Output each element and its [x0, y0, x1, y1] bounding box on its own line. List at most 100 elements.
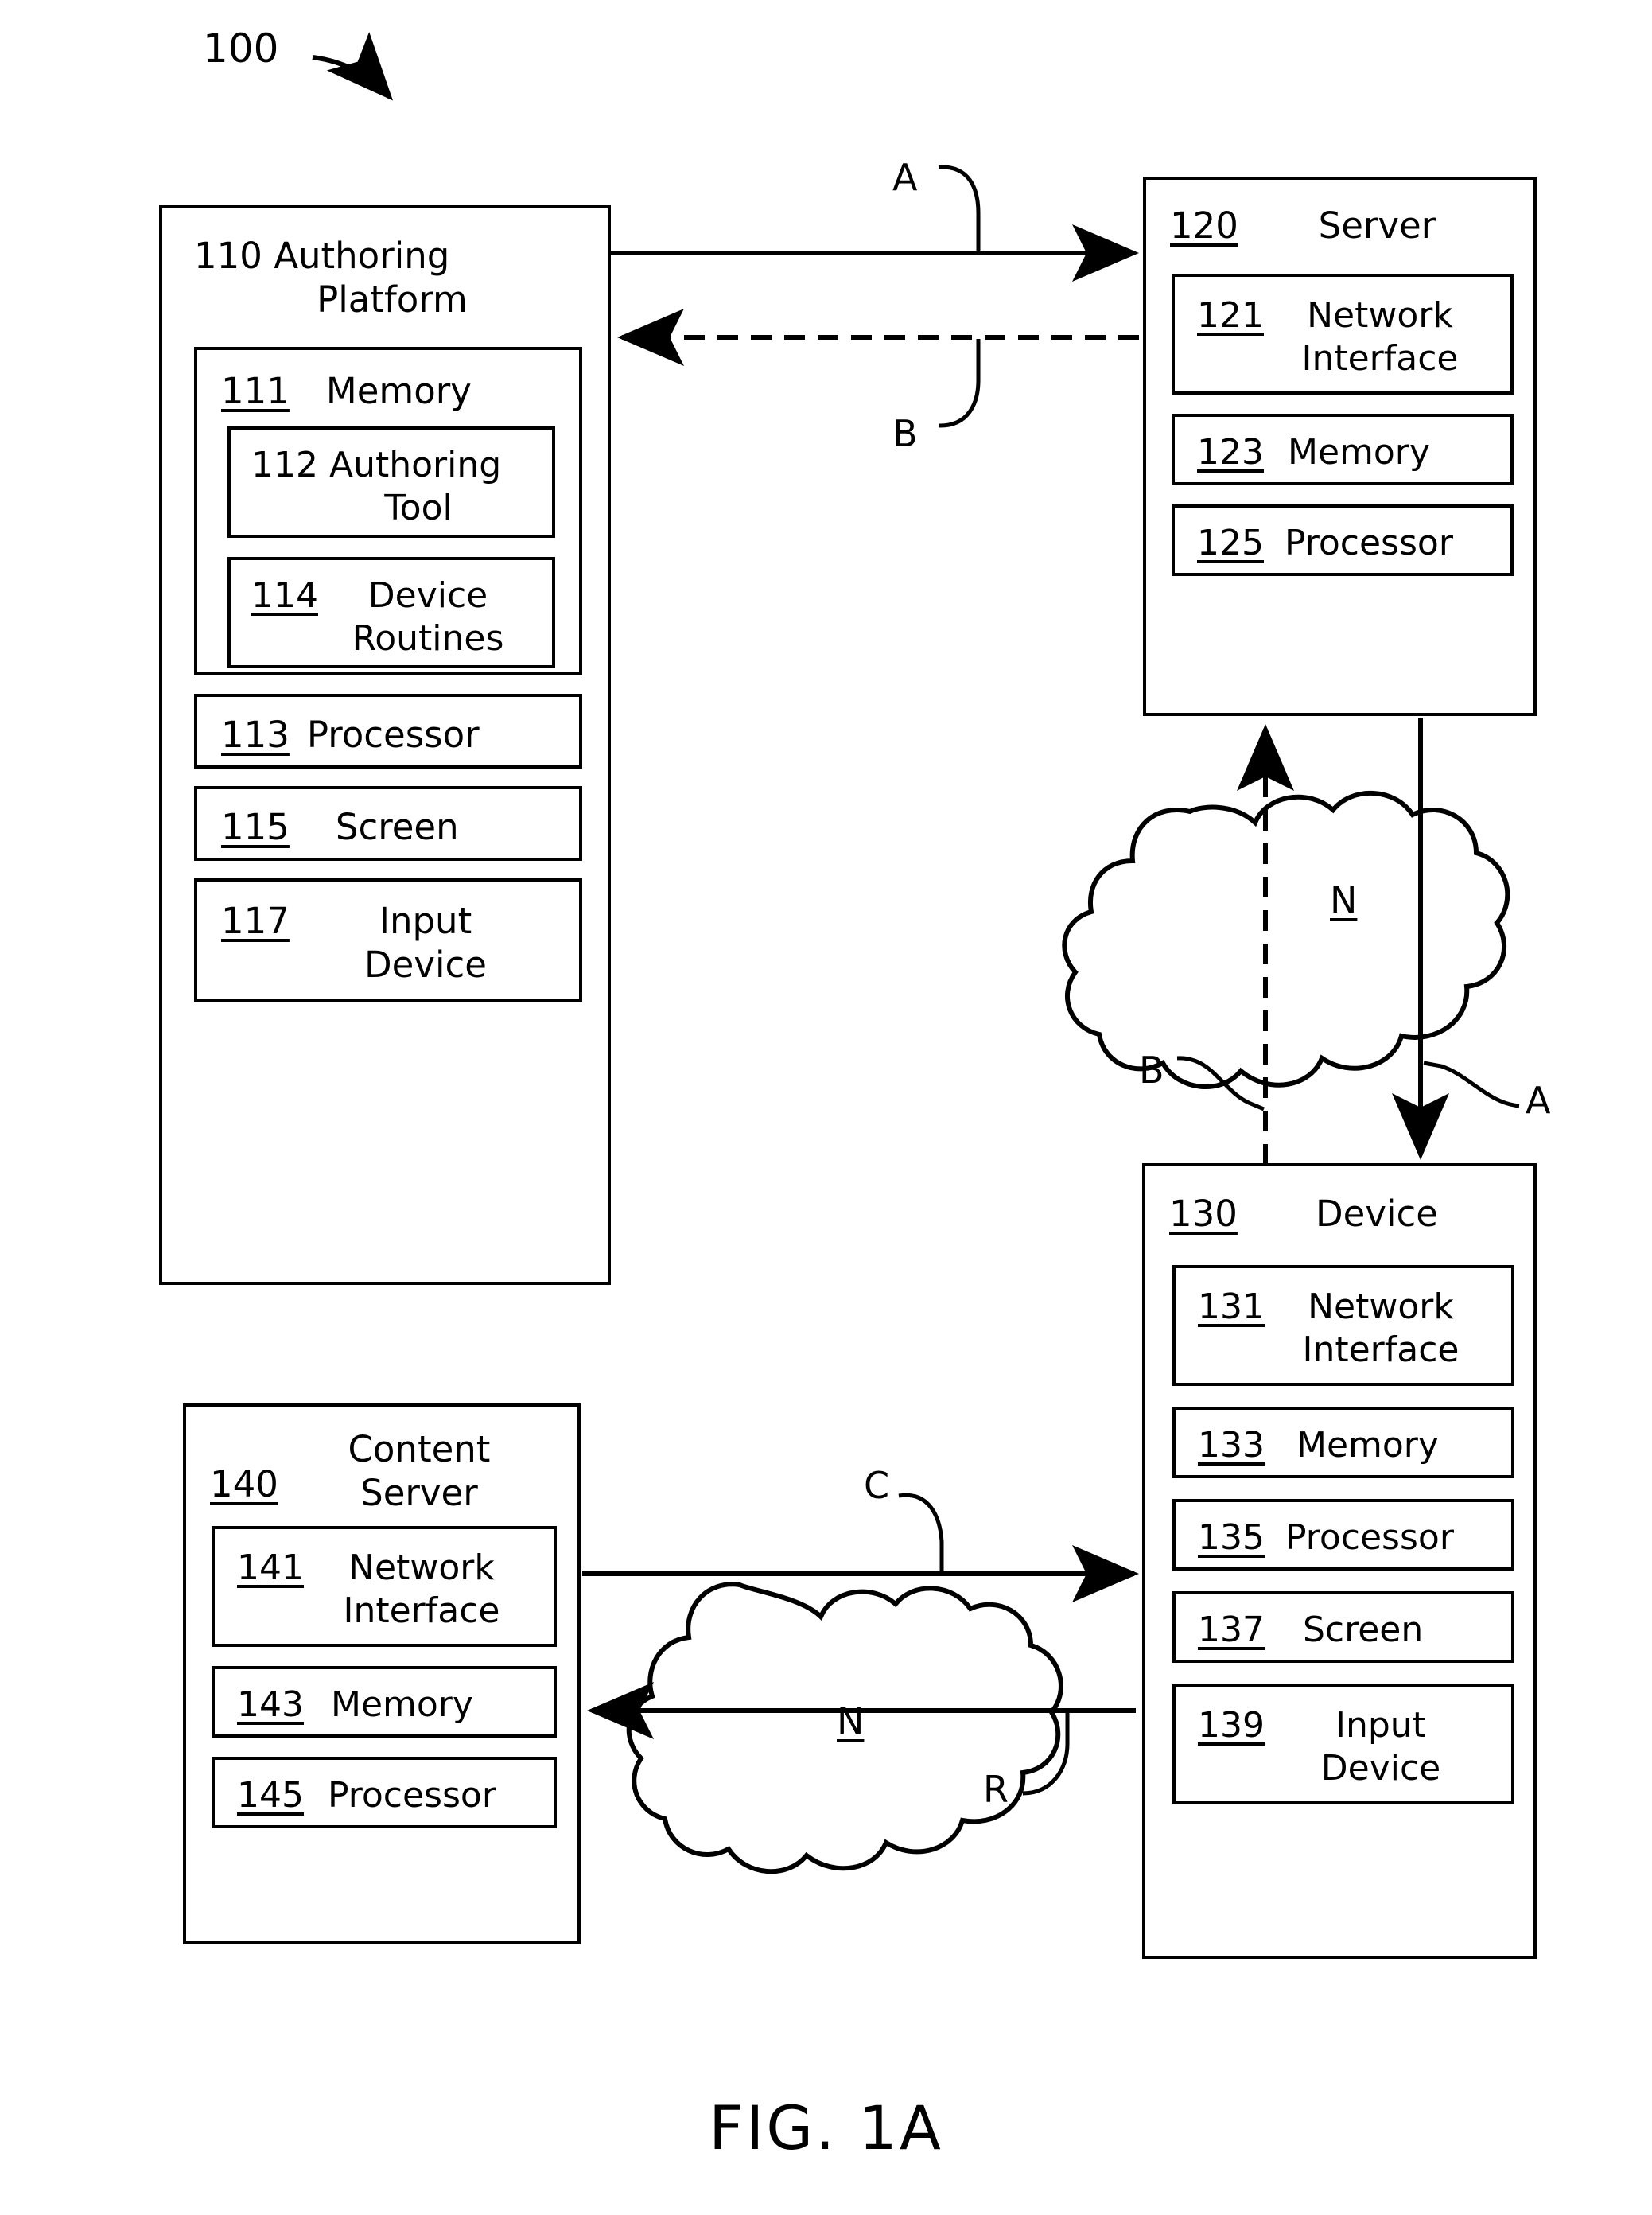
- flow-marker-C-content-to-device: C: [864, 1464, 890, 1507]
- authoring-memory-ref: 111: [221, 370, 290, 412]
- flow-marker-A-server-to-device: A: [1526, 1079, 1551, 1122]
- server-network-interface-label-line2: Interface: [1301, 338, 1459, 379]
- server-title: 120 Server: [1170, 204, 1516, 247]
- device-processor-ref: 135: [1198, 1517, 1265, 1558]
- authoring-input-device-label-line2: Device: [364, 944, 487, 986]
- server-processor-ref: 125: [1197, 523, 1264, 563]
- device-routines-label-line2: Routines: [352, 618, 504, 659]
- authoring-screen-label: Screen: [335, 806, 459, 848]
- content-server-memory-title: 143 Memory: [237, 1684, 473, 1726]
- device-screen-ref: 137: [1198, 1610, 1265, 1650]
- server-box: 120 Server 121 Network Interface 123 Mem…: [1143, 177, 1537, 716]
- device-input-device-ref: 139: [1198, 1705, 1265, 1746]
- device-memory-label: Memory: [1296, 1425, 1439, 1466]
- device-memory-title: 133 Memory: [1198, 1424, 1439, 1467]
- authoring-platform-box: 110 Authoring Platform 111 Memory 112 Au…: [159, 205, 611, 1285]
- authoring-screen-ref: 115: [221, 806, 290, 848]
- device-label: Device: [1316, 1193, 1438, 1235]
- content-server-ref: 140: [210, 1463, 278, 1505]
- authoring-processor-box: 113 Processor: [194, 694, 582, 769]
- content-server-memory-box: 143 Memory: [212, 1666, 557, 1738]
- flow-marker-A-platform-to-server: A: [892, 156, 918, 199]
- server-network-interface-label-line1: Network: [1307, 295, 1453, 336]
- authoring-tool-box: 112 Authoring Tool: [227, 426, 555, 538]
- device-screen-box: 137 Screen: [1172, 1591, 1514, 1663]
- device-input-device-box: 139 Input Device: [1172, 1684, 1514, 1804]
- flow-marker-B-device-to-server: B: [1139, 1049, 1164, 1092]
- device-memory-ref: 133: [1198, 1425, 1265, 1466]
- authoring-input-device-label-line1: Input: [379, 900, 472, 942]
- authoring-processor-title: 113 Processor: [221, 713, 480, 757]
- authoring-platform-title-line2: Platform: [317, 278, 468, 321]
- flow-marker-B-server-to-platform: B: [892, 412, 918, 455]
- server-memory-box: 123 Memory: [1172, 414, 1514, 485]
- arrow-server-to-device: [1392, 718, 1520, 1160]
- server-network-interface-ref: 121: [1197, 295, 1264, 336]
- device-network-interface-label-line1: Network: [1308, 1287, 1454, 1327]
- server-processor-title: 125 Processor: [1197, 522, 1453, 565]
- device-box: 130 Device 131 Network Interface 133 Mem…: [1142, 1163, 1537, 1959]
- device-screen-label: Screen: [1302, 1610, 1424, 1650]
- device-memory-box: 133 Memory: [1172, 1407, 1514, 1478]
- content-server-network-interface-ref: 141: [237, 1547, 304, 1588]
- device-ref: 130: [1169, 1193, 1238, 1235]
- content-server-processor-label: Processor: [327, 1775, 496, 1816]
- device-routines-ref: 114: [251, 575, 318, 616]
- arrow-device-to-server: [1176, 724, 1294, 1165]
- flow-marker-R-device-to-content: R: [983, 1768, 1009, 1811]
- authoring-screen-box: 115 Screen: [194, 786, 582, 861]
- device-screen-title: 137 Screen: [1198, 1609, 1423, 1652]
- device-network-interface-label-line2: Interface: [1302, 1329, 1460, 1370]
- device-title: 130 Device: [1169, 1192, 1516, 1236]
- server-label: Server: [1318, 204, 1436, 247]
- arrow-server-to-platform: [617, 309, 1139, 428]
- authoring-tool-title-line2: Tool: [384, 488, 453, 528]
- device-routines-box: 114 Device Routines: [227, 557, 555, 668]
- device-processor-title: 135 Processor: [1198, 1516, 1454, 1559]
- authoring-memory-label: Memory: [325, 370, 472, 412]
- server-memory-ref: 123: [1197, 432, 1264, 473]
- device-processor-box: 135 Processor: [1172, 1499, 1514, 1571]
- lower-cloud-label-N: N: [837, 1699, 865, 1742]
- server-memory-label: Memory: [1287, 432, 1430, 473]
- authoring-platform-title: 110 Authoring Platform: [194, 234, 582, 321]
- server-processor-label: Processor: [1284, 523, 1453, 563]
- server-processor-box: 125 Processor: [1172, 504, 1514, 576]
- arrow-content-server-to-device: [582, 1493, 1139, 1602]
- authoring-processor-ref: 113: [221, 714, 290, 756]
- device-network-interface-box: 131 Network Interface: [1172, 1265, 1514, 1386]
- server-memory-title: 123 Memory: [1197, 431, 1430, 474]
- content-server-network-interface-label-line1: Network: [348, 1547, 495, 1588]
- device-input-device-label-line1: Input: [1335, 1705, 1426, 1746]
- content-server-processor-title: 145 Processor: [237, 1774, 496, 1817]
- content-server-network-interface-label-line2: Interface: [343, 1590, 500, 1631]
- authoring-memory-title: 111 Memory: [221, 369, 472, 413]
- device-input-device-label-line2: Device: [1320, 1748, 1441, 1789]
- content-server-processor-box: 145 Processor: [212, 1757, 557, 1828]
- content-server-label-line1: Content: [348, 1428, 491, 1470]
- authoring-processor-label: Processor: [306, 714, 480, 756]
- content-server-memory-label: Memory: [330, 1684, 473, 1725]
- authoring-input-device-ref: 117: [221, 900, 290, 942]
- authoring-input-device-box: 117 Input Device: [194, 878, 582, 1002]
- device-processor-label: Processor: [1285, 1517, 1454, 1558]
- authoring-platform-title-line1: 110 Authoring: [194, 235, 450, 277]
- arrow-platform-to-server: [611, 165, 1139, 282]
- device-network-interface-ref: 131: [1198, 1287, 1265, 1327]
- patent-figure-1a: 100 110 Authoring Platform 111 Memory 11…: [0, 0, 1652, 2215]
- device-routines-label-line1: Device: [367, 575, 488, 616]
- content-server-label-line2: Server: [360, 1472, 478, 1514]
- content-server-processor-ref: 145: [237, 1775, 304, 1816]
- figure-number-100: 100: [203, 25, 279, 72]
- content-server-box: 140 Content Server 141 Network Interface…: [183, 1403, 581, 1944]
- figure-caption: FIG. 1A: [709, 2092, 943, 2163]
- server-ref: 120: [1170, 204, 1238, 247]
- authoring-tool-title-line1: 112 Authoring: [251, 445, 502, 485]
- authoring-screen-title: 115 Screen: [221, 805, 459, 849]
- server-network-interface-box: 121 Network Interface: [1172, 274, 1514, 395]
- content-server-network-interface-box: 141 Network Interface: [212, 1526, 557, 1647]
- upper-cloud-label-N: N: [1330, 878, 1358, 921]
- figure-number-leader: [312, 32, 394, 101]
- upper-network-cloud: [1062, 791, 1510, 1089]
- authoring-memory-box: 111 Memory 112 Authoring Tool 114 Device…: [194, 347, 582, 675]
